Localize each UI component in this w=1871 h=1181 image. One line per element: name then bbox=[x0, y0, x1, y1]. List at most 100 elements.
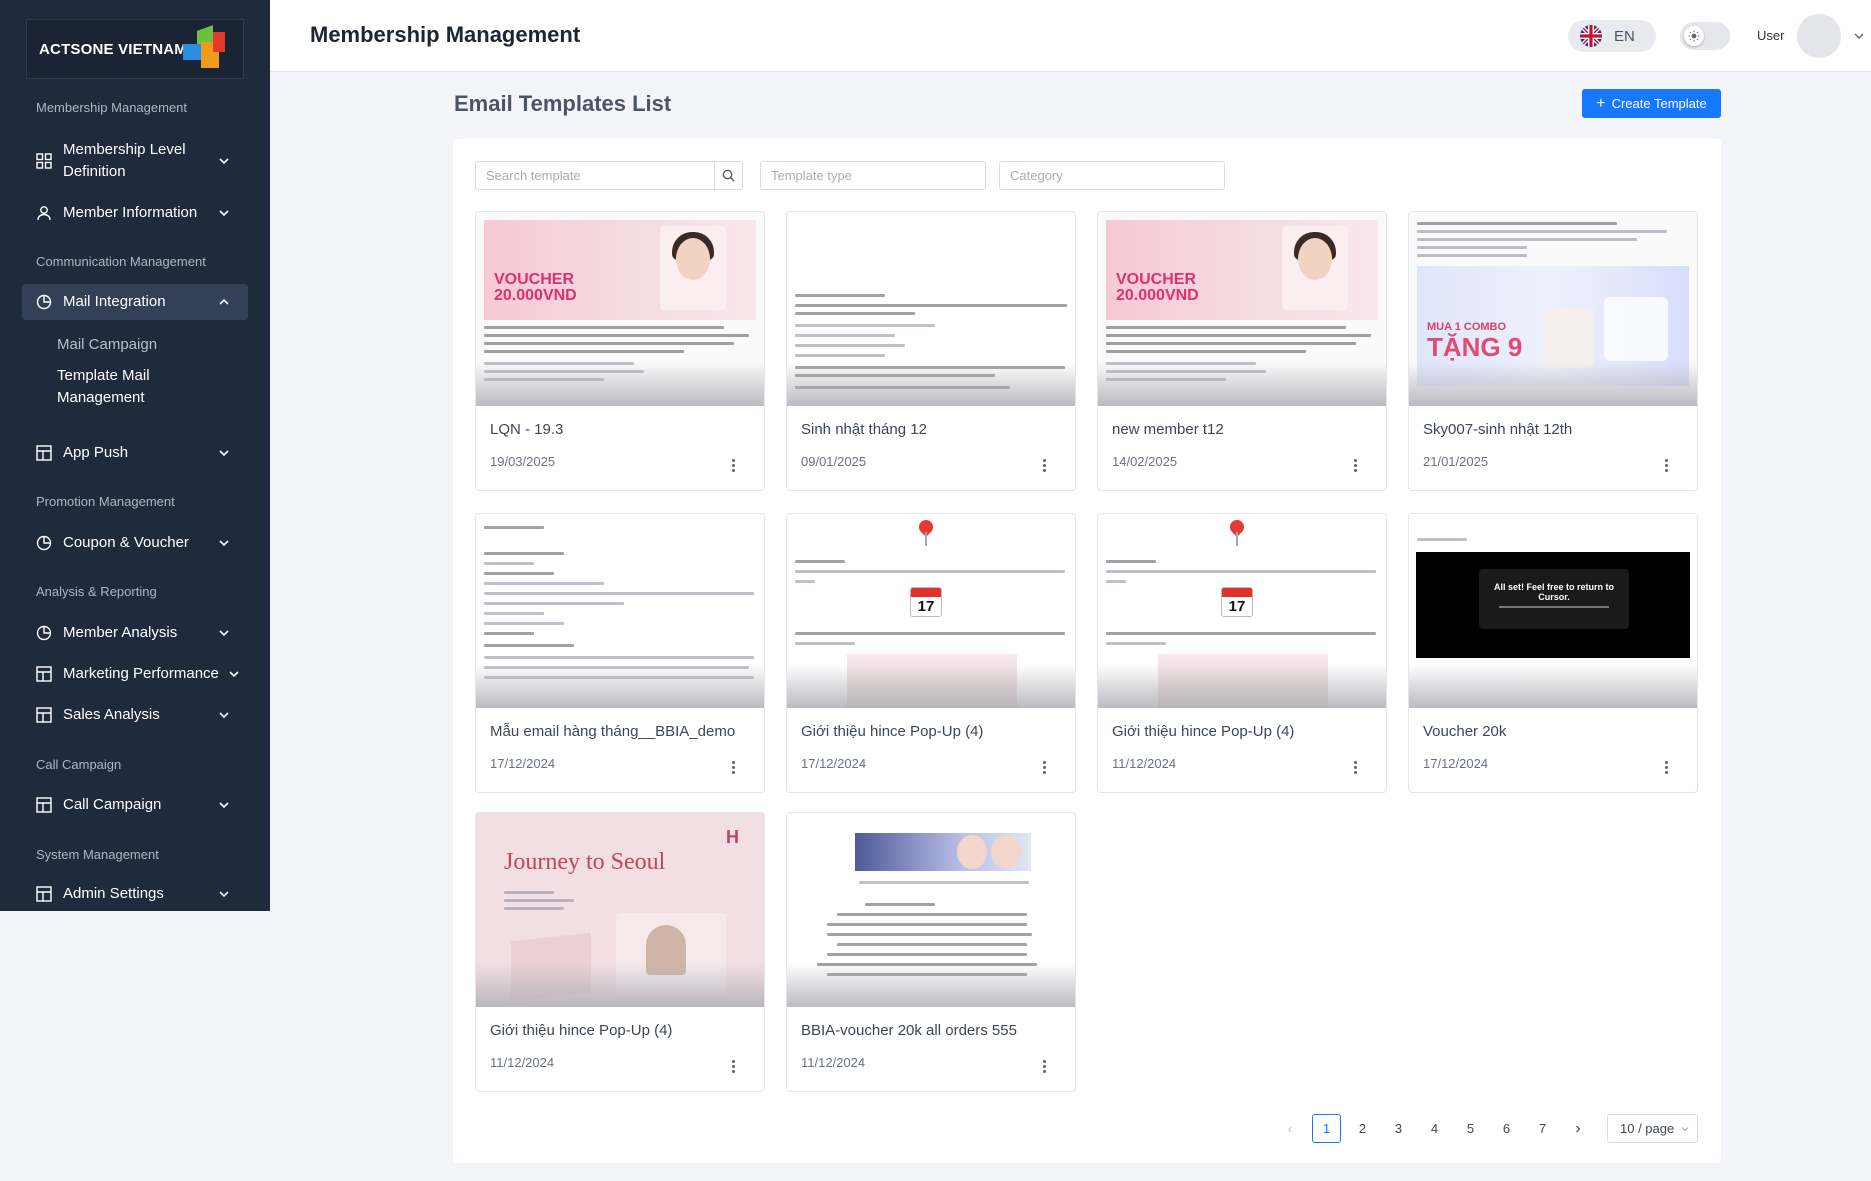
more-options-icon[interactable] bbox=[1354, 459, 1358, 473]
template-card[interactable]: Mẫu email hàng tháng__BBIA_demo 17/12/20… bbox=[475, 513, 765, 793]
template-thumbnail: 17 bbox=[787, 514, 1075, 708]
template-card[interactable]: MUA 1 COMBO TẶNG 9 Sky007-sinh nhật 12th… bbox=[1408, 211, 1698, 491]
section-analysis-reporting: Analysis & Reporting bbox=[36, 584, 157, 599]
chevron-down-icon bbox=[219, 891, 229, 898]
templates-panel: Template type Category VOUCHER20.000VND … bbox=[453, 139, 1721, 1163]
create-template-button[interactable]: + Create Template bbox=[1582, 89, 1721, 118]
template-name: Sky007-sinh nhật 12th bbox=[1423, 421, 1573, 438]
search-input[interactable] bbox=[476, 162, 714, 189]
template-name: Sinh nhật tháng 12 bbox=[801, 421, 927, 438]
template-thumbnail: Journey to Seoul H bbox=[476, 813, 764, 1007]
pie-chart-icon bbox=[36, 535, 52, 551]
template-thumbnail: All set! Feel free to return to Cursor. bbox=[1409, 514, 1697, 708]
sidebar-item-member-information[interactable]: Member Information bbox=[22, 200, 248, 226]
list-title: Email Templates List bbox=[454, 91, 672, 116]
page-2[interactable]: 2 bbox=[1348, 1114, 1377, 1143]
user-name: User bbox=[1757, 28, 1785, 43]
template-date: 11/12/2024 bbox=[801, 1055, 866, 1070]
avatar[interactable] bbox=[1797, 14, 1841, 58]
layout-icon bbox=[36, 886, 52, 902]
sidebar-item-marketing-performance[interactable]: Marketing Performance bbox=[22, 661, 248, 687]
template-thumbnail bbox=[787, 212, 1075, 406]
template-name: Giới thiệu hince Pop-Up (4) bbox=[1112, 723, 1295, 740]
layout-icon bbox=[36, 666, 52, 682]
layout-icon bbox=[36, 797, 52, 813]
template-card[interactable]: Sinh nhật tháng 12 09/01/2025 bbox=[786, 211, 1076, 491]
section-membership-management: Membership Management bbox=[36, 100, 188, 115]
next-page-icon[interactable]: › bbox=[1568, 1114, 1588, 1143]
template-date: 21/01/2025 bbox=[1423, 454, 1489, 469]
section-communication-management: Communication Management bbox=[36, 254, 206, 269]
category-select[interactable]: Category bbox=[999, 161, 1225, 190]
calendar-icon: 17 bbox=[1221, 587, 1253, 617]
more-options-icon[interactable] bbox=[1043, 1060, 1047, 1074]
template-card[interactable]: Journey to Seoul H Giới thiệu hince Pop-… bbox=[475, 812, 765, 1092]
sidebar-item-mail-integration[interactable]: Mail Integration bbox=[22, 284, 248, 320]
page-4[interactable]: 4 bbox=[1420, 1114, 1449, 1143]
page-size-label: 10 / page bbox=[1620, 1121, 1675, 1136]
template-card[interactable]: VOUCHER 20.000VND LQN - 19.3 19/03/2025 bbox=[475, 211, 765, 491]
template-card[interactable]: 17 Giới thiệu hince Pop-Up (4) 11/12/202… bbox=[1097, 513, 1387, 793]
template-type-select[interactable]: Template type bbox=[760, 161, 986, 190]
language-switcher[interactable]: EN bbox=[1568, 20, 1656, 52]
more-options-icon[interactable] bbox=[732, 1060, 736, 1074]
chevron-down-icon bbox=[219, 540, 229, 547]
sidebar-item-membership-level-definition[interactable]: Membership Level Definition bbox=[22, 140, 248, 182]
sidebar-subitem-template-mail-management[interactable]: Template Mail Management bbox=[57, 365, 227, 409]
logo-mark-icon bbox=[183, 25, 227, 72]
template-date: 11/12/2024 bbox=[1112, 756, 1177, 771]
more-options-icon[interactable] bbox=[732, 459, 736, 473]
page-5[interactable]: 5 bbox=[1456, 1114, 1485, 1143]
template-card[interactable]: BBIA-voucher 20k all orders 555 11/12/20… bbox=[786, 812, 1076, 1092]
chevron-down-icon bbox=[219, 630, 229, 637]
page-6[interactable]: 6 bbox=[1492, 1114, 1521, 1143]
chevron-down-icon bbox=[229, 671, 239, 678]
section-promotion-management: Promotion Management bbox=[36, 494, 175, 509]
more-options-icon[interactable] bbox=[1665, 761, 1669, 775]
sidebar-item-coupon-voucher[interactable]: Coupon & Voucher bbox=[22, 530, 248, 556]
theme-toggle[interactable] bbox=[1680, 22, 1730, 50]
page-7[interactable]: 7 bbox=[1528, 1114, 1557, 1143]
uk-flag-icon bbox=[1580, 25, 1602, 47]
page-3[interactable]: 3 bbox=[1384, 1114, 1413, 1143]
page-size-select[interactable]: 10 / page bbox=[1607, 1114, 1698, 1143]
chevron-down-icon bbox=[1681, 1126, 1689, 1131]
plus-icon: + bbox=[1596, 95, 1606, 112]
sidebar-item-member-analysis[interactable]: Member Analysis bbox=[22, 620, 248, 646]
chevron-down-icon bbox=[219, 158, 229, 165]
template-name: new member t12 bbox=[1112, 421, 1224, 438]
template-name: Giới thiệu hince Pop-Up (4) bbox=[490, 1022, 673, 1039]
brand-logo[interactable]: ACTSONE VIETNAM bbox=[26, 19, 244, 79]
more-options-icon[interactable] bbox=[1665, 459, 1669, 473]
sidebar-item-admin-settings[interactable]: Admin Settings bbox=[22, 881, 248, 907]
search-icon[interactable] bbox=[714, 162, 742, 189]
sidebar-item-sales-analysis[interactable]: Sales Analysis bbox=[22, 702, 248, 728]
template-thumbnail: VOUCHER 20.000VND bbox=[476, 212, 764, 406]
template-date: 11/12/2024 bbox=[490, 1055, 555, 1070]
template-name: Voucher 20k bbox=[1423, 723, 1507, 740]
template-thumbnail bbox=[476, 514, 764, 708]
chevron-down-icon[interactable] bbox=[1853, 30, 1865, 42]
grid-icon bbox=[36, 153, 52, 169]
more-options-icon[interactable] bbox=[1043, 459, 1047, 473]
user-icon bbox=[37, 206, 51, 221]
chevron-up-icon bbox=[219, 298, 229, 305]
more-options-icon[interactable] bbox=[732, 761, 736, 775]
chevron-down-icon bbox=[219, 712, 229, 719]
sidebar-subitem-mail-campaign[interactable]: Mail Campaign bbox=[57, 334, 157, 356]
layout-icon bbox=[36, 707, 52, 723]
more-options-icon[interactable] bbox=[1354, 761, 1358, 775]
sidebar-item-app-push[interactable]: App Push bbox=[22, 440, 248, 466]
template-card[interactable]: All set! Feel free to return to Cursor. … bbox=[1408, 513, 1698, 793]
template-date: 19/03/2025 bbox=[490, 454, 556, 469]
more-options-icon[interactable] bbox=[1043, 761, 1047, 775]
template-card[interactable]: VOUCHER 20.000VND new member t12 14/02/20… bbox=[1097, 211, 1387, 491]
pie-chart-icon bbox=[36, 294, 52, 310]
layout-icon bbox=[36, 445, 52, 461]
page-1[interactable]: 1 bbox=[1312, 1114, 1341, 1143]
template-thumbnail: 17 bbox=[1098, 514, 1386, 708]
template-date: 17/12/2024 bbox=[1423, 756, 1489, 771]
prev-page-icon[interactable]: ‹ bbox=[1280, 1114, 1300, 1143]
sidebar-item-call-campaign[interactable]: Call Campaign bbox=[22, 792, 248, 818]
template-card[interactable]: 17 Giới thiệu hince Pop-Up (4) 17/12/202… bbox=[786, 513, 1076, 793]
